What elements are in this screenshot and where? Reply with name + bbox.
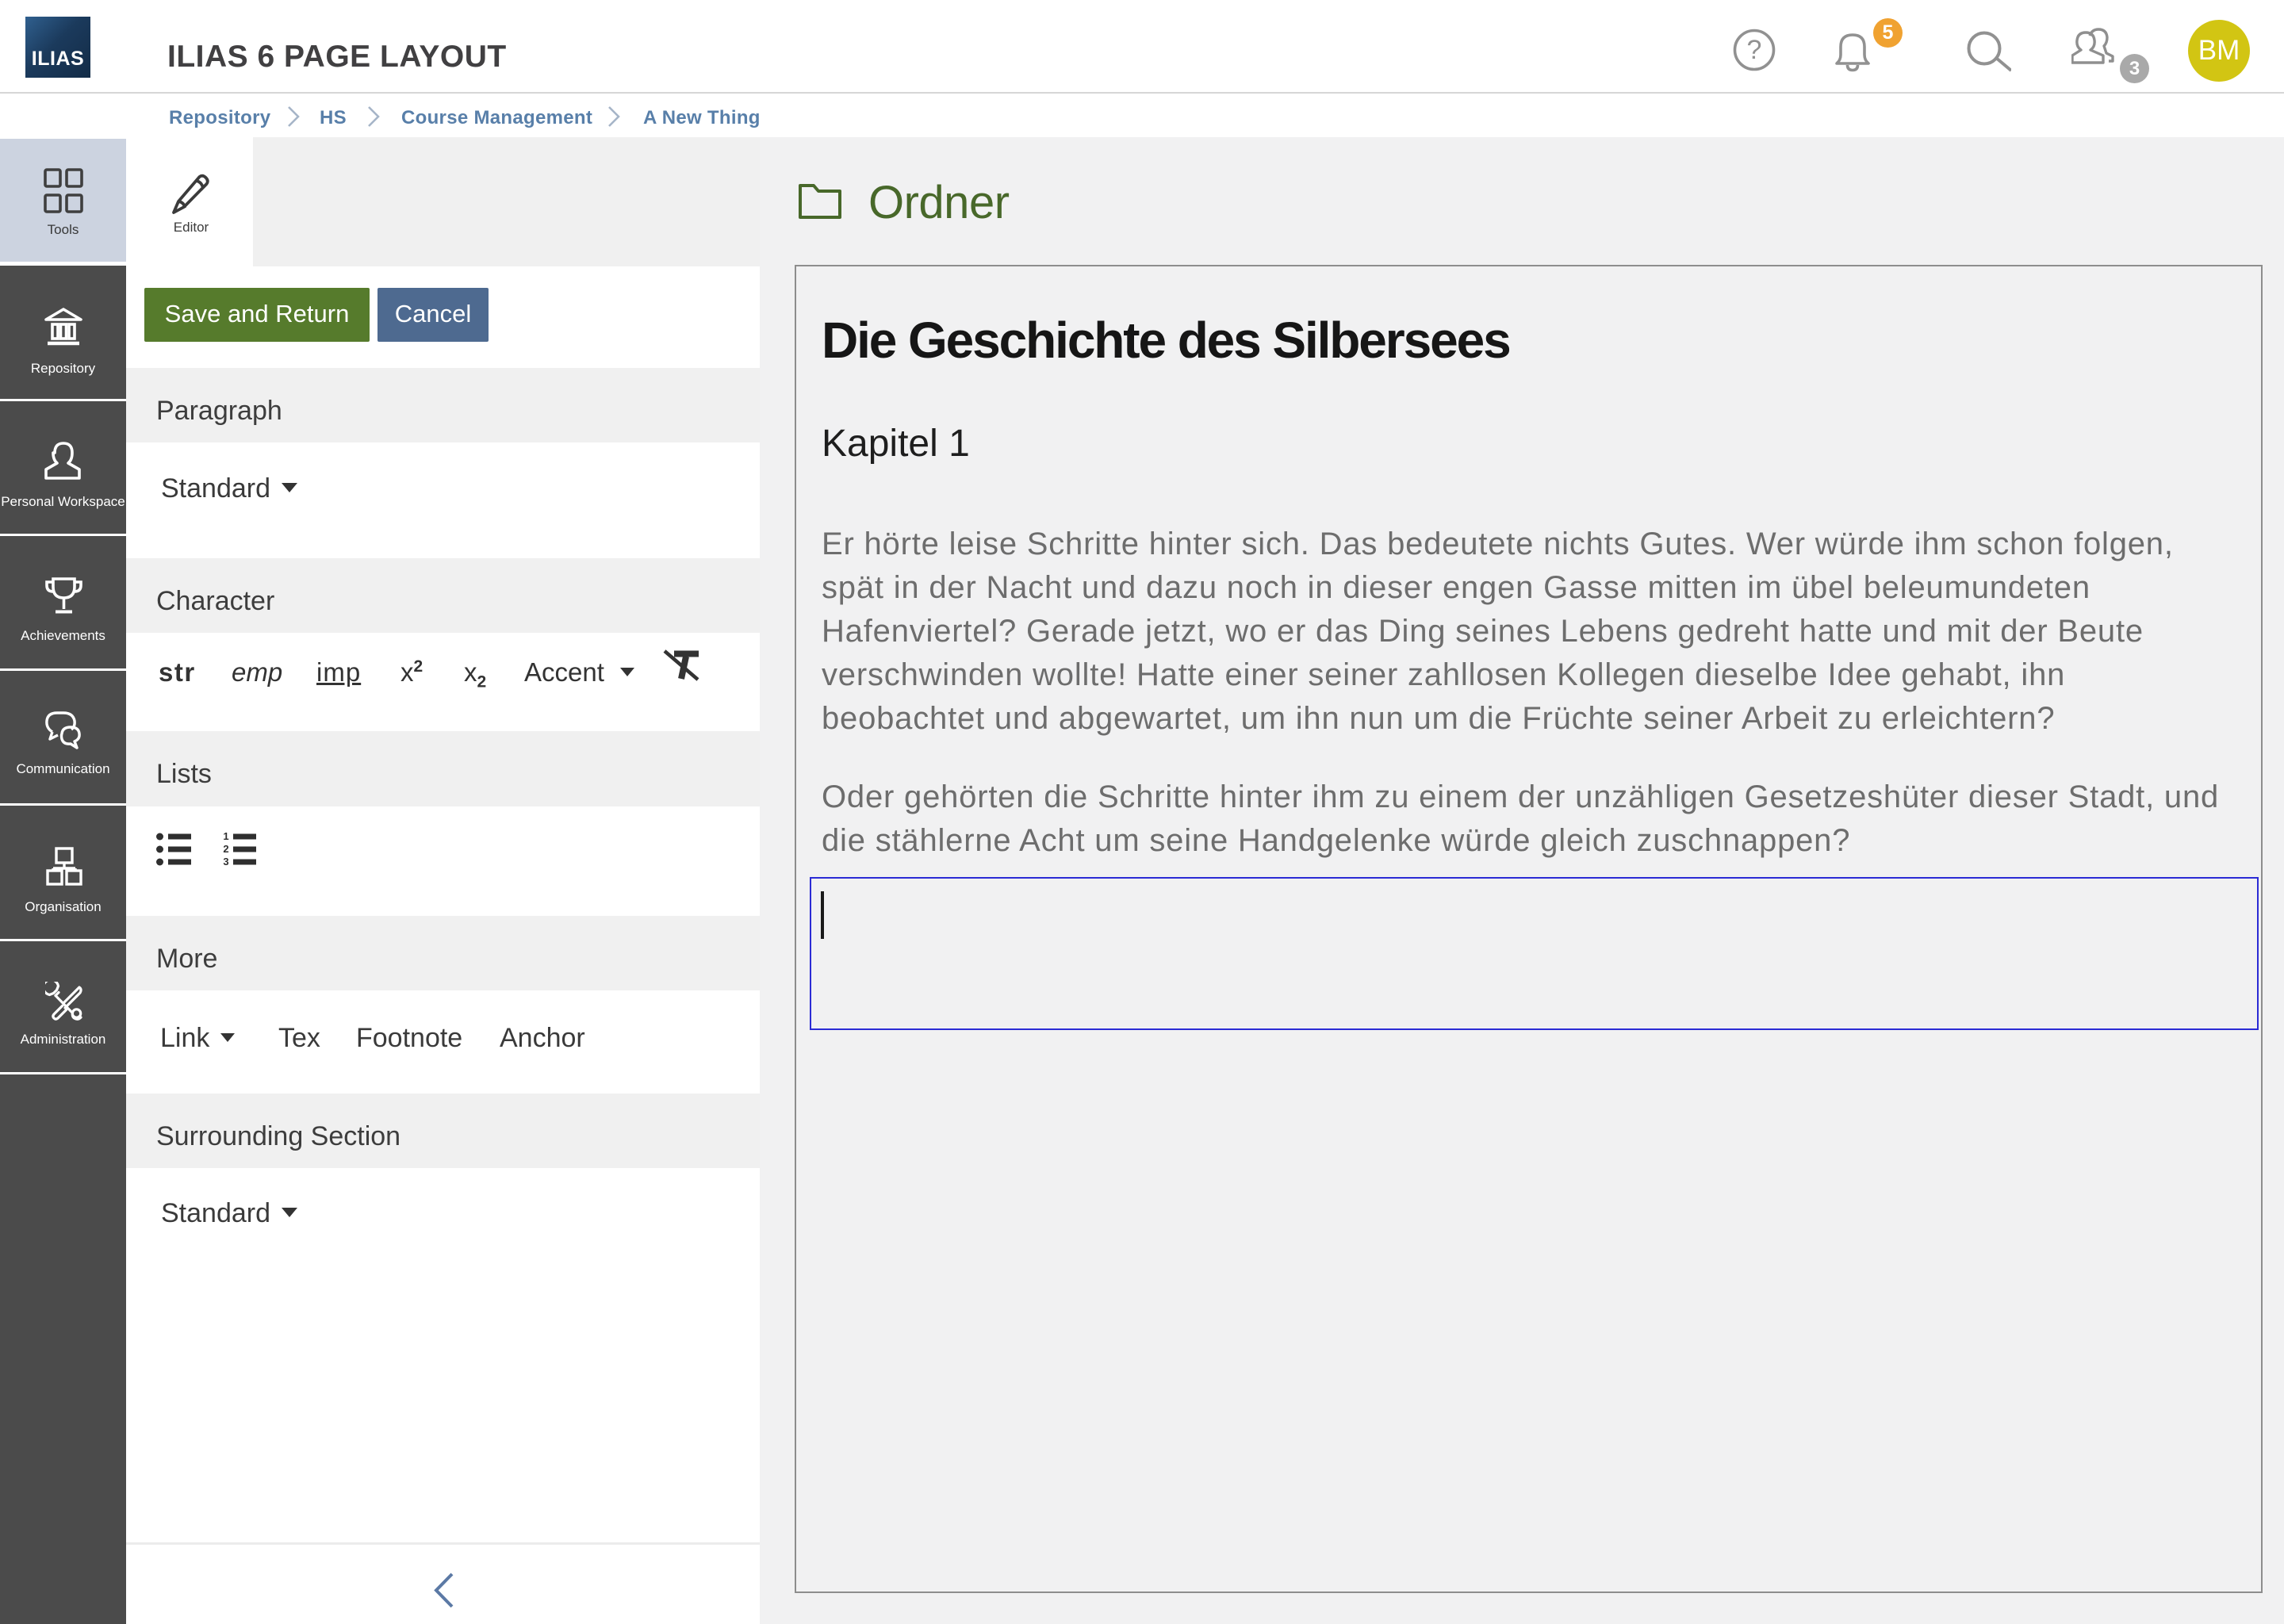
svg-text:2: 2 xyxy=(223,843,228,855)
svg-text:3: 3 xyxy=(223,856,228,868)
svg-text:1: 1 xyxy=(223,832,228,842)
